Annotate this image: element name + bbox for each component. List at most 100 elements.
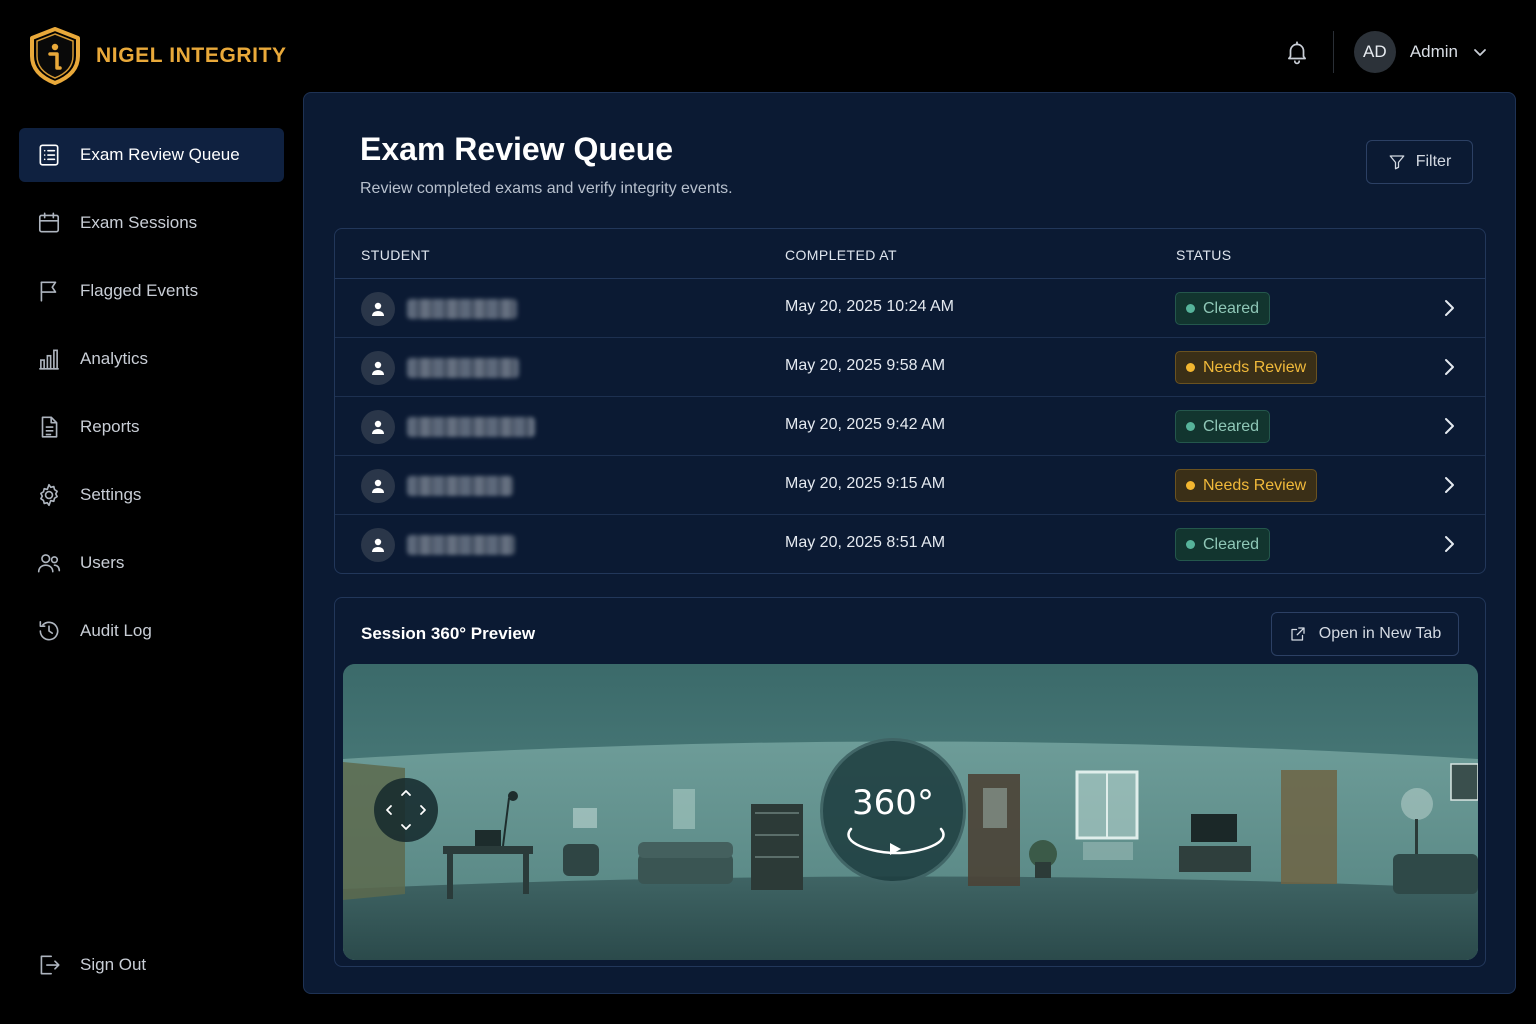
- move-arrows-icon: [386, 790, 426, 830]
- row-open-button[interactable]: [1439, 475, 1459, 495]
- gear-icon: [40, 483, 58, 507]
- open-in-new-tab-button[interactable]: Open in New Tab: [1271, 612, 1459, 656]
- sign-out-label: Sign Out: [80, 955, 147, 974]
- column-header-completed-at: COMPLETED AT: [785, 247, 897, 263]
- chevron-right-icon: [1445, 418, 1454, 434]
- sidebar-item-users[interactable]: Users: [19, 536, 284, 590]
- sidebar-item-label: Exam Sessions: [80, 213, 198, 232]
- status-label: Cleared: [1203, 299, 1260, 317]
- sidebar-item-label: Analytics: [80, 349, 149, 368]
- external-link-icon: [1291, 627, 1305, 641]
- sidebar-item-label: Exam Review Queue: [80, 145, 240, 164]
- student-name-redacted: [407, 535, 515, 555]
- sidebar-item-analytics[interactable]: Analytics: [19, 332, 284, 386]
- status-badge: Needs Review: [1175, 351, 1318, 384]
- user-menu-toggle[interactable]: [1472, 44, 1488, 60]
- main-panel: Exam Review Queue Review completed exams…: [303, 92, 1516, 994]
- filter-button[interactable]: Filter: [1366, 140, 1473, 184]
- user-icon: [372, 538, 384, 552]
- user-icon: [372, 361, 384, 375]
- bell-icon: [1287, 41, 1306, 65]
- status-badge: Cleared: [1175, 528, 1271, 561]
- flag-icon: [40, 281, 57, 302]
- status-dot: [1186, 304, 1195, 313]
- view-360-label: 360°: [852, 783, 934, 823]
- table-row[interactable]: May 20, 2025 8:51 AM Cleared: [335, 515, 1485, 574]
- sidebar-item-audit-log[interactable]: Audit Log: [19, 604, 284, 658]
- chevron-right-icon: [1445, 477, 1454, 493]
- sign-out-section: Sign Out: [19, 938, 284, 1006]
- preview-title: Session 360° Preview: [361, 624, 536, 643]
- clipboard-list-icon: [39, 144, 59, 166]
- student-name-redacted: [407, 299, 517, 319]
- history-icon: [39, 620, 59, 641]
- user-icon: [372, 420, 384, 434]
- sidebar-item-label: Settings: [80, 485, 142, 504]
- status-dot: [1186, 422, 1195, 431]
- sidebar-item-exam-sessions[interactable]: Exam Sessions: [19, 196, 284, 250]
- sidebar-item-label: Reports: [80, 417, 140, 436]
- brand: NIGEL INTEGRITY: [28, 26, 287, 86]
- page-subtitle: Review completed exams and verify integr…: [360, 180, 733, 197]
- student-avatar: [361, 351, 395, 385]
- users-icon: [37, 554, 61, 573]
- open-in-new-tab-label: Open in New Tab: [1318, 625, 1442, 642]
- sign-out-icon: [40, 955, 60, 975]
- user-icon: [372, 302, 384, 316]
- student-avatar: [361, 469, 395, 503]
- user-name[interactable]: Admin: [1410, 42, 1458, 62]
- chevron-right-icon: [1445, 536, 1454, 552]
- table-row[interactable]: May 20, 2025 9:58 AM Needs Review: [335, 338, 1485, 397]
- status-dot: [1186, 481, 1195, 490]
- bar-chart-icon: [39, 349, 59, 370]
- sidebar-item-exam-review-queue[interactable]: Exam Review Queue: [19, 128, 284, 182]
- student-avatar: [361, 410, 395, 444]
- sidebar-item-settings[interactable]: Settings: [19, 468, 284, 522]
- status-label: Cleared: [1203, 417, 1260, 435]
- status-label: Cleared: [1203, 535, 1260, 553]
- row-open-button[interactable]: [1439, 416, 1459, 436]
- completed-at: May 20, 2025 9:58 AM: [785, 357, 946, 374]
- rotate-360-icon: [847, 827, 945, 855]
- status-label: Needs Review: [1203, 476, 1307, 494]
- chevron-right-icon: [1445, 359, 1454, 375]
- status-badge: Cleared: [1175, 410, 1271, 443]
- sidebar: Exam Review Queue Exam Sessions Flagged …: [19, 128, 284, 672]
- chevron-right-icon: [1445, 300, 1454, 316]
- brand-name: NIGEL INTEGRITY: [96, 44, 287, 67]
- pan-control[interactable]: [374, 778, 438, 842]
- session-preview-card: Session 360° Preview Open in New Tab 360…: [334, 597, 1486, 967]
- chevron-down-icon: [1474, 49, 1486, 56]
- sign-out-button[interactable]: Sign Out: [19, 938, 284, 992]
- row-open-button[interactable]: [1439, 357, 1459, 377]
- status-dot: [1186, 363, 1195, 372]
- shield-info-icon: [30, 27, 80, 85]
- column-header-status: STATUS: [1176, 247, 1232, 263]
- sidebar-item-flagged-events[interactable]: Flagged Events: [19, 264, 284, 318]
- notifications-button[interactable]: [1283, 38, 1311, 66]
- completed-at: May 20, 2025 8:51 AM: [785, 534, 946, 551]
- status-badge: Needs Review: [1175, 469, 1318, 502]
- avatar[interactable]: AD: [1353, 31, 1396, 73]
- table-row[interactable]: May 20, 2025 9:42 AM Cleared: [335, 397, 1485, 456]
- view-360-button[interactable]: 360°: [820, 738, 966, 884]
- sidebar-item-label: Audit Log: [80, 621, 152, 640]
- completed-at: May 20, 2025 9:15 AM: [785, 475, 946, 492]
- top-bar-user: AD Admin: [1283, 30, 1488, 74]
- column-header-student: STUDENT: [361, 247, 430, 263]
- completed-at: May 20, 2025 9:42 AM: [785, 416, 946, 433]
- page-title: Exam Review Queue: [360, 131, 674, 167]
- student-name-redacted: [407, 358, 519, 378]
- row-open-button[interactable]: [1439, 298, 1459, 318]
- panorama-viewer[interactable]: 360°: [343, 664, 1478, 960]
- table-row[interactable]: May 20, 2025 9:15 AM Needs Review: [335, 456, 1485, 515]
- filter-icon: [1389, 155, 1405, 170]
- sidebar-item-reports[interactable]: Reports: [19, 400, 284, 454]
- user-icon: [372, 479, 384, 493]
- calendar-icon: [38, 212, 60, 233]
- sidebar-item-label: Flagged Events: [80, 281, 199, 300]
- table-row[interactable]: May 20, 2025 10:24 AM Cleared: [335, 279, 1485, 338]
- student-avatar: [361, 528, 395, 562]
- student-name-redacted: [407, 476, 513, 496]
- row-open-button[interactable]: [1439, 534, 1459, 554]
